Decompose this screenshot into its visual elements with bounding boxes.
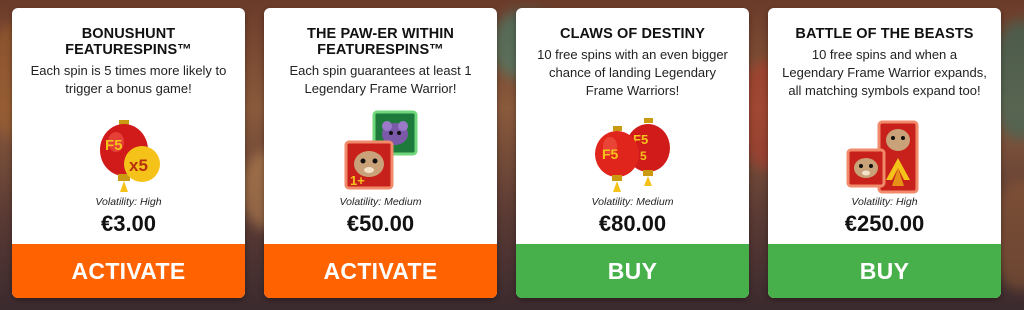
lantern-fs-x5-icon: F5 x5 — [12, 106, 245, 196]
volatility-label: Volatility: High — [851, 196, 918, 208]
bonus-card-bonushunt: BONUSHUNT FEATURESPINS™ Each spin is 5 t… — [12, 8, 245, 298]
card-description: 10 free spins and when a Legendary Frame… — [782, 47, 987, 98]
svg-text:F5: F5 — [602, 146, 619, 162]
card-description: 10 free spins with an even bigger chance… — [537, 47, 728, 98]
buy-button[interactable]: BUY — [768, 244, 1001, 298]
buy-button[interactable]: BUY — [516, 244, 749, 298]
bonus-card-battle-of-the-beasts: BATTLE OF THE BEASTS 10 free spins and w… — [768, 8, 1001, 298]
price-label: €250.00 — [844, 211, 925, 236]
double-lantern-fs-icon: F5 5 F5 — [516, 106, 749, 196]
card-title: CLAWS OF DESTINY — [560, 26, 705, 42]
card-title: BATTLE OF THE BEASTS — [795, 26, 974, 42]
activate-button[interactable]: ACTIVATE — [12, 244, 245, 298]
card-description: Each spin is 5 times more likely to trig… — [30, 63, 227, 96]
volatility-label: Volatility: High — [95, 196, 162, 208]
price-label: €50.00 — [346, 211, 415, 236]
svg-text:1+: 1+ — [350, 173, 365, 188]
svg-text:x5: x5 — [129, 156, 148, 175]
svg-text:5: 5 — [640, 149, 647, 163]
card-title: BONUSHUNT FEATURESPINS™ — [65, 26, 192, 58]
svg-text:F5: F5 — [105, 137, 123, 154]
card-description: Each spin guarantees at least 1 Legendar… — [289, 63, 472, 96]
bonus-card-claws-of-destiny: CLAWS OF DESTINY 10 free spins with an e… — [516, 8, 749, 298]
expanding-warrior-symbols-icon — [768, 106, 1001, 196]
frame-warrior-symbols-icon: 1+ — [264, 106, 497, 196]
activate-button[interactable]: ACTIVATE — [264, 244, 497, 298]
volatility-label: Volatility: Medium — [591, 196, 674, 208]
price-label: €80.00 — [598, 211, 667, 236]
card-title: THE PAW-ER WITHIN FEATURESPINS™ — [307, 26, 454, 58]
price-label: €3.00 — [100, 211, 157, 236]
bonus-buy-cards: BONUSHUNT FEATURESPINS™ Each spin is 5 t… — [12, 8, 1001, 298]
volatility-label: Volatility: Medium — [339, 196, 422, 208]
bonus-card-paw-er-within: THE PAW-ER WITHIN FEATURESPINS™ Each spi… — [264, 8, 497, 298]
